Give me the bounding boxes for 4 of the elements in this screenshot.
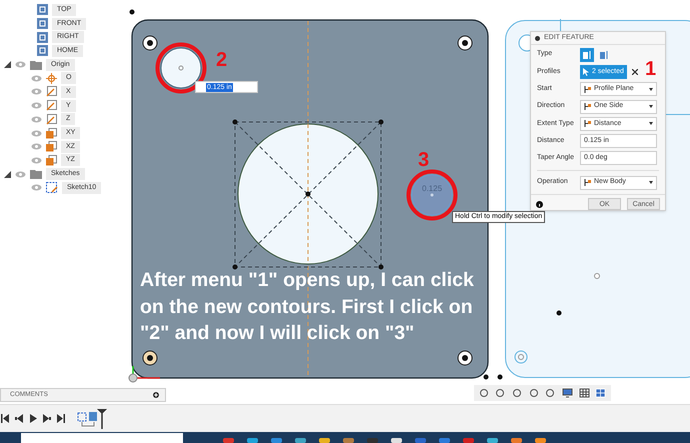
marker-label: 1 — [645, 59, 656, 79]
marker-label: 3 — [418, 150, 430, 170]
caption-text: After menu "1" opens up, I can click on the new contours. First I click on "2" and now I will click on "3" — [140, 268, 475, 346]
marker-label: 2 — [216, 50, 228, 70]
